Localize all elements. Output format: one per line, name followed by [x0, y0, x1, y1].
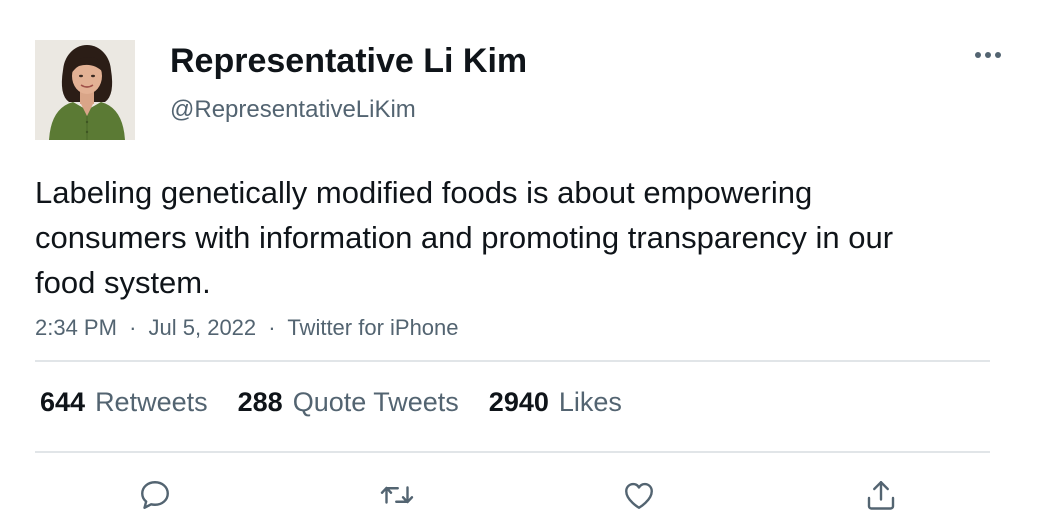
more-options-button[interactable] [968, 40, 1008, 70]
quote-tweets-label: Quote Tweets [292, 387, 459, 417]
tweet-source[interactable]: Twitter for iPhone [287, 315, 458, 340]
meta-separator: · [268, 315, 276, 340]
retweets-count: 644 [40, 387, 86, 417]
likes-label: Likes [558, 387, 622, 417]
tweet-card: Representative Li Kim @RepresentativeLiK… [0, 0, 1050, 525]
tweet-stats: 644 Retweets 288 Quote Tweets 2940 Likes [40, 387, 652, 418]
retweet-button[interactable] [372, 470, 422, 520]
like-button[interactable] [614, 470, 664, 520]
divider [35, 360, 990, 362]
reply-button[interactable] [130, 470, 180, 520]
tweet-meta: 2:34 PM · Jul 5, 2022 · Twitter for iPho… [35, 315, 459, 341]
quote-tweets-stat[interactable]: 288 Quote Tweets [238, 387, 459, 418]
action-bar [0, 470, 1050, 520]
share-icon [867, 481, 895, 510]
author-handle[interactable]: @RepresentativeLiKim [170, 96, 416, 124]
like-icon [625, 482, 653, 509]
likes-count: 2940 [488, 387, 549, 417]
retweet-icon [380, 486, 414, 504]
tweet-text: Labeling genetically modified foods is a… [35, 175, 894, 300]
retweets-label: Retweets [95, 387, 208, 417]
share-button[interactable] [856, 470, 906, 520]
divider [35, 451, 990, 453]
avatar-image [35, 40, 135, 140]
likes-stat[interactable]: 2940 Likes [489, 387, 622, 418]
tweet-date[interactable]: Jul 5, 2022 [149, 315, 257, 340]
reply-icon [141, 481, 169, 509]
avatar[interactable] [35, 40, 135, 140]
quote-tweets-count: 288 [237, 387, 283, 417]
retweets-stat[interactable]: 644 Retweets [40, 387, 208, 418]
meta-separator: · [129, 315, 137, 340]
more-icon [975, 52, 1001, 58]
author-name[interactable]: Representative Li Kim [170, 42, 527, 81]
tweet-time[interactable]: 2:34 PM [35, 315, 117, 340]
